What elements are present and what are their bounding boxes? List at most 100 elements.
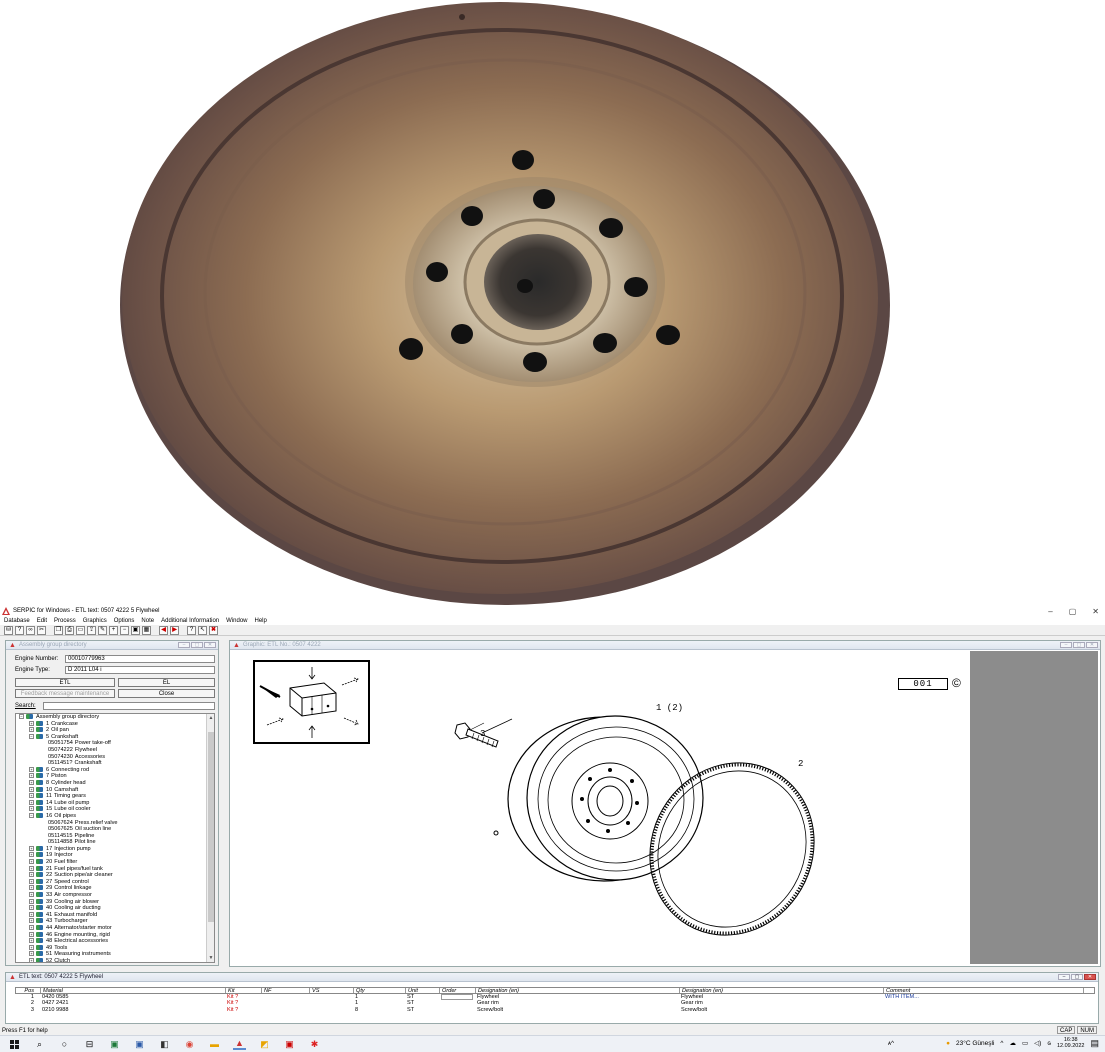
help-icon[interactable]: ?	[187, 625, 196, 635]
table-row[interactable]: 3 0210 9988 Kit ? 8 ST Screw/bolt Screw/bolt	[15, 1007, 1095, 1014]
language-icon[interactable]: ɢ	[1047, 1040, 1051, 1047]
copy-icon[interactable]: ❐	[54, 625, 63, 635]
tree-item[interactable]: +49 Tools	[16, 945, 214, 952]
engine-number-field[interactable]: 00010779963	[65, 655, 215, 663]
tree-item[interactable]: +21 Fuel pipes/fuel tank	[16, 866, 214, 873]
menu-database[interactable]: Database	[4, 618, 30, 624]
tree-item[interactable]: +29 Control linkage	[16, 885, 214, 892]
cell-order[interactable]	[439, 1007, 475, 1014]
excel-icon[interactable]: ▣	[108, 1039, 121, 1050]
print-icon[interactable]: ⎙	[65, 625, 74, 635]
expand-icon[interactable]: +	[29, 720, 34, 726]
people-icon[interactable]: ᴀ^	[888, 1040, 894, 1047]
tree-item[interactable]: 05114515 Pipeline	[16, 833, 214, 840]
panel-minimize-button[interactable]: –	[1060, 642, 1072, 648]
tree-item[interactable]: +11 Timing gears	[16, 793, 214, 800]
menu-graphics[interactable]: Graphics	[83, 618, 107, 624]
expand-icon[interactable]: +	[29, 892, 34, 898]
tree-item[interactable]: 05114858 Pilot line	[16, 839, 214, 846]
col-pos[interactable]: Pos	[16, 988, 41, 994]
tray-chevron-icon[interactable]: ^	[1000, 1040, 1003, 1047]
expand-icon[interactable]: +	[29, 957, 34, 962]
tree-item[interactable]: +51 Measuring instruments	[16, 951, 214, 958]
onedrive-icon[interactable]: ☁	[1009, 1039, 1016, 1047]
col-order[interactable]: Order	[440, 988, 476, 994]
tree-item[interactable]: 05074222 Flywheel	[16, 747, 214, 754]
cortana-icon[interactable]: ○	[58, 1039, 71, 1050]
col-designation-2[interactable]: Designation (en)	[680, 988, 884, 994]
tree-item[interactable]: +19 Injector	[16, 852, 214, 859]
panel-close-button[interactable]: ✕	[1086, 642, 1098, 648]
expand-icon[interactable]: +	[29, 865, 34, 871]
expand-icon[interactable]: +	[29, 859, 34, 865]
maximize-button[interactable]: ▢	[1069, 607, 1077, 616]
tree-item[interactable]: − Assembly group directory	[16, 714, 214, 721]
collapse-icon[interactable]: −	[29, 733, 34, 739]
cut-icon[interactable]: ✂	[37, 625, 46, 635]
expand-icon[interactable]: +	[29, 878, 34, 884]
chrome-icon[interactable]: ◉	[183, 1039, 196, 1050]
tree-item[interactable]: +15 Lube oil cooler	[16, 806, 214, 813]
context-help-icon[interactable]: ↖	[198, 625, 207, 635]
menu-help[interactable]: Help	[255, 618, 267, 624]
tree-item[interactable]: +7 Piston	[16, 773, 214, 780]
tree-item[interactable]: +14 Lube oil pump	[16, 800, 214, 807]
tree-item[interactable]: +2 Oil pan	[16, 727, 214, 734]
collapse-icon[interactable]: −	[29, 812, 34, 818]
expand-icon[interactable]: +	[29, 872, 34, 878]
serpic-taskbar-icon[interactable]: ▲	[233, 1038, 246, 1050]
expand-icon[interactable]: +	[29, 766, 34, 772]
menu-edit[interactable]: Edit	[37, 618, 47, 624]
tree-item[interactable]: +10 Camshaft	[16, 787, 214, 794]
panel-close-button[interactable]: ✕	[1084, 974, 1096, 980]
col-kit[interactable]: Kit	[226, 988, 262, 994]
expand-icon[interactable]: +	[29, 779, 34, 785]
col-comment[interactable]: Comment	[884, 988, 1084, 994]
expand-icon[interactable]: +	[29, 951, 34, 957]
notifications-icon[interactable]: ▤	[1090, 1038, 1099, 1049]
close-button[interactable]: ✕	[1092, 607, 1099, 616]
new-document-icon[interactable]: ▭	[76, 625, 85, 635]
tree-item[interactable]: +46 Engine mounting, rigid	[16, 932, 214, 939]
expand-icon[interactable]: +	[29, 905, 34, 911]
expand-icon[interactable]: +	[29, 931, 34, 937]
expand-icon[interactable]: +	[29, 918, 34, 924]
menu-process[interactable]: Process	[54, 618, 76, 624]
tree-item[interactable]: +8 Cylinder head	[16, 780, 214, 787]
tree-item[interactable]: +17 Injection pump	[16, 846, 214, 853]
clock[interactable]: 16:38 12.09.2022	[1057, 1037, 1085, 1049]
engine-type-field[interactable]: D 2011 L04 i	[65, 666, 215, 674]
col-nf[interactable]: NF	[262, 988, 310, 994]
menu-note[interactable]: Note	[141, 618, 154, 624]
close-directory-button[interactable]: Close	[118, 689, 215, 698]
tree-item[interactable]: 05067624 Press.relief valve	[16, 820, 214, 827]
col-vs[interactable]: VS	[310, 988, 354, 994]
panel-minimize-button[interactable]: –	[1058, 974, 1070, 980]
expand-icon[interactable]: +	[29, 845, 34, 851]
expand-icon[interactable]: +	[29, 852, 34, 858]
expand-icon[interactable]: +	[29, 786, 34, 792]
expand-icon[interactable]: +	[29, 799, 34, 805]
volume-icon[interactable]: ◁)	[1034, 1039, 1041, 1047]
minimize-button[interactable]: –	[1048, 607, 1052, 616]
expand-icon[interactable]: +	[29, 773, 34, 779]
start-icon[interactable]	[8, 1039, 21, 1050]
tree-item[interactable]: 05074230 Accessories	[16, 754, 214, 761]
export-icon[interactable]: ⇪	[87, 625, 96, 635]
network-icon[interactable]: ▭	[1022, 1039, 1028, 1047]
col-designation[interactable]: Designation (en)	[476, 988, 680, 994]
pdf-icon[interactable]: ▣	[283, 1039, 296, 1050]
el-button[interactable]: EL	[118, 678, 215, 687]
file-explorer-icon[interactable]: ▬	[208, 1039, 221, 1050]
word-icon[interactable]: ▣	[133, 1039, 146, 1050]
tree-item[interactable]: +20 Fuel filter	[16, 859, 214, 866]
expand-icon[interactable]: +	[29, 727, 34, 733]
tree-item[interactable]: +43 Turbocharger	[16, 918, 214, 925]
menu-options[interactable]: Options	[114, 618, 135, 624]
link-icon[interactable]: ∞	[26, 625, 35, 635]
tree-item[interactable]: − 16 Oil pipes	[16, 813, 214, 820]
tree-item[interactable]: +22 Suction pipe/air cleaner	[16, 872, 214, 879]
assembly-tree[interactable]: − Assembly group directory +1 Crankcase +2 Oi…	[15, 713, 215, 963]
weather-text[interactable]: 23°C Güneşli	[956, 1040, 994, 1047]
expand-icon[interactable]: +	[29, 925, 34, 931]
